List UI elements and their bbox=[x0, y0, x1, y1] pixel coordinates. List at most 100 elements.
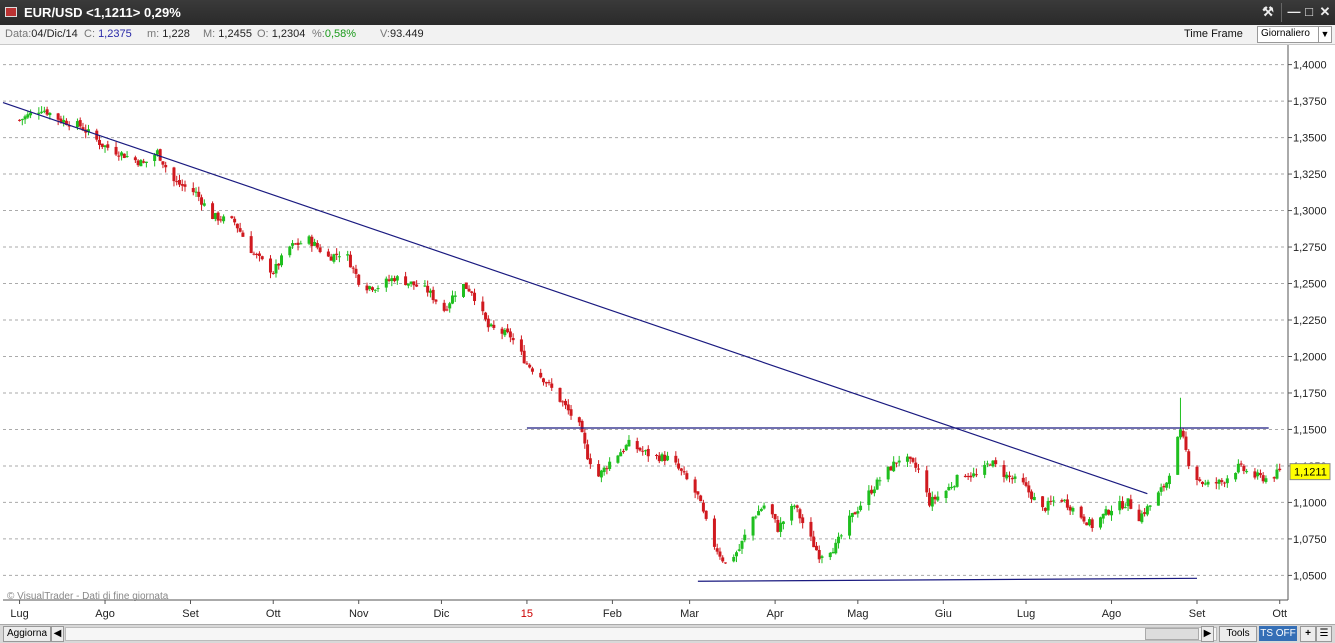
candle-body bbox=[426, 285, 430, 293]
candle-body bbox=[106, 144, 110, 148]
candle-body bbox=[605, 468, 609, 470]
candle-body bbox=[828, 552, 832, 558]
trendline-support-low bbox=[697, 577, 1198, 582]
candle-body bbox=[1275, 469, 1279, 479]
menu-icon[interactable]: ☰ bbox=[1316, 626, 1332, 642]
candle-body bbox=[870, 489, 874, 494]
candle-body bbox=[886, 466, 890, 480]
candle-body bbox=[200, 197, 204, 205]
candle-body bbox=[462, 283, 466, 297]
candle-body bbox=[577, 417, 581, 423]
candle-body bbox=[646, 448, 650, 457]
candle-body bbox=[837, 536, 841, 544]
candle-body bbox=[161, 161, 165, 165]
add-button[interactable]: + bbox=[1300, 626, 1316, 642]
candle-body bbox=[155, 150, 159, 155]
y-tick-label: 1,3000 bbox=[1293, 206, 1327, 218]
candle-body bbox=[1002, 465, 1006, 477]
min-value: m: 1,228 bbox=[147, 28, 190, 40]
chart-area[interactable]: 1,4000 1,3750 1,3500 1,3250 1,3000 1,2750 1,25… bbox=[0, 45, 1335, 625]
candle-body bbox=[222, 216, 226, 222]
candle-body bbox=[569, 409, 573, 416]
candle-body bbox=[1245, 471, 1249, 473]
candle-body bbox=[56, 113, 60, 120]
time-frame-select[interactable]: Giornaliero ▼ bbox=[1257, 26, 1332, 43]
candle-body bbox=[346, 254, 350, 256]
candle-body bbox=[1261, 475, 1265, 482]
candle-body bbox=[701, 502, 705, 512]
candle-body bbox=[814, 545, 818, 551]
refresh-button[interactable]: Aggiorna bbox=[3, 626, 51, 642]
candle-body bbox=[1253, 471, 1257, 478]
scrollbar-thumb[interactable] bbox=[1145, 628, 1199, 640]
candle-body bbox=[1068, 506, 1072, 511]
candle-body bbox=[635, 441, 639, 450]
candle-body bbox=[550, 383, 554, 388]
maximize-icon[interactable]: □ bbox=[1301, 4, 1317, 20]
candle-body bbox=[1043, 507, 1047, 511]
candle-body bbox=[78, 120, 82, 127]
candle-body bbox=[211, 203, 215, 220]
candle-body bbox=[792, 505, 796, 507]
candle-body bbox=[415, 284, 419, 287]
candle-body bbox=[1052, 500, 1056, 502]
candle-body bbox=[503, 329, 507, 336]
candle-body bbox=[23, 116, 27, 120]
candle-body bbox=[1021, 477, 1025, 483]
candle-body bbox=[1090, 519, 1094, 529]
horizontal-scrollbar[interactable] bbox=[65, 627, 1217, 641]
scroll-right-icon[interactable]: ▶ bbox=[1201, 626, 1214, 642]
candle-body bbox=[1167, 475, 1171, 485]
candle-body bbox=[1126, 498, 1130, 507]
candle-body bbox=[1024, 482, 1028, 486]
candle-body bbox=[332, 254, 336, 262]
candle-body bbox=[453, 295, 457, 297]
candle-body bbox=[376, 288, 380, 290]
max-value: M: 1,2455 bbox=[203, 28, 252, 40]
x-tick-label: Dic bbox=[433, 608, 449, 620]
candle-body bbox=[564, 400, 568, 406]
pin-icon[interactable]: ⚒ bbox=[1260, 4, 1276, 20]
candle-body bbox=[1063, 499, 1067, 501]
y-tick-label: 1,2000 bbox=[1293, 351, 1327, 363]
dropdown-icon[interactable]: ▼ bbox=[1318, 27, 1331, 42]
scroll-left-icon[interactable]: ◀ bbox=[51, 626, 64, 642]
candle-body bbox=[1206, 481, 1210, 485]
candle-body bbox=[172, 167, 176, 182]
ohlc-info-bar: Data:04/Dic/14 C: 1,2375 m: 1,228 M: 1,2… bbox=[0, 25, 1335, 45]
candle-body bbox=[508, 331, 512, 338]
y-tick-label: 1,2500 bbox=[1293, 279, 1327, 291]
candle-body bbox=[831, 551, 835, 554]
candle-body bbox=[307, 236, 311, 244]
candle-body bbox=[950, 486, 954, 488]
candle-body bbox=[944, 490, 948, 499]
candle-body bbox=[608, 461, 612, 469]
candle-body bbox=[911, 458, 915, 462]
candle-body bbox=[1236, 463, 1240, 473]
price-chart[interactable]: 1,4000 1,3750 1,3500 1,3250 1,3000 1,2750 1,25… bbox=[0, 45, 1335, 625]
candle-body bbox=[1079, 506, 1083, 518]
candle-body bbox=[1104, 509, 1108, 515]
candle-body bbox=[848, 515, 852, 536]
tools-button[interactable]: Tools bbox=[1219, 626, 1257, 642]
x-tick-label: Ago bbox=[95, 608, 115, 620]
candle-body bbox=[773, 514, 777, 520]
candle-body bbox=[641, 450, 645, 452]
candle-body bbox=[655, 454, 659, 456]
candle-body bbox=[583, 432, 587, 444]
candle-body bbox=[1234, 472, 1238, 480]
close-icon[interactable]: ✕ bbox=[1317, 4, 1333, 20]
candle-body bbox=[991, 460, 995, 467]
candle-body bbox=[280, 255, 284, 266]
candle-body bbox=[1176, 436, 1180, 475]
titlebar-separator bbox=[1281, 3, 1282, 22]
candle-body bbox=[947, 487, 951, 491]
ts-off-button[interactable]: TS OFF bbox=[1259, 626, 1297, 641]
candle-body bbox=[638, 447, 642, 451]
candle-body bbox=[682, 471, 686, 473]
candle-body bbox=[602, 467, 606, 473]
candle-body bbox=[621, 450, 625, 452]
minimize-icon[interactable]: — bbox=[1286, 4, 1302, 20]
candle-body bbox=[985, 463, 989, 465]
candle-body bbox=[431, 289, 435, 301]
